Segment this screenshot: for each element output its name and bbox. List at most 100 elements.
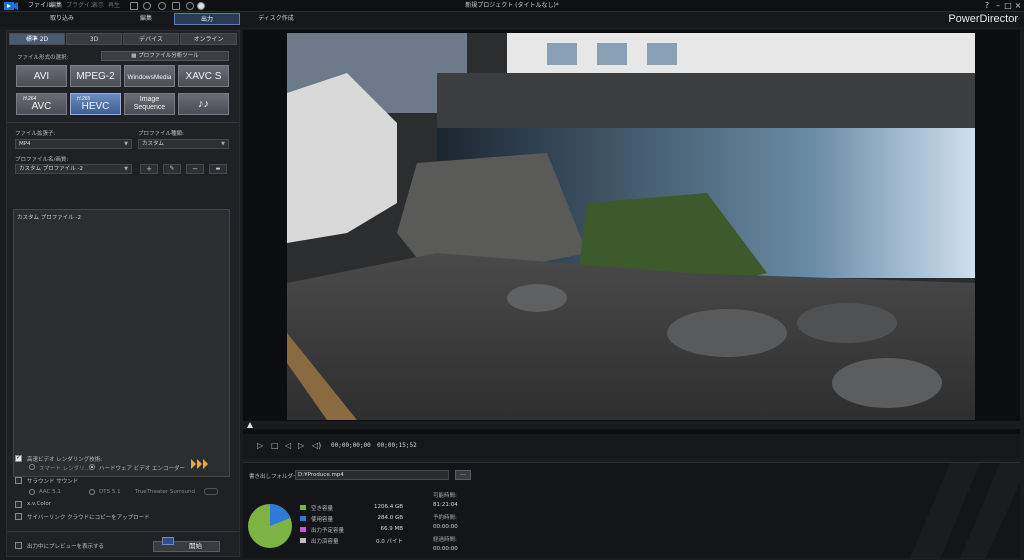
profile-description: カスタム プロファイル -2 [17,215,81,221]
add-profile-button[interactable]: + [140,164,158,174]
minimize-button[interactable]: – [993,0,1003,12]
profile-name-dropdown[interactable]: カスタム プロファイル -2 ▼ [15,164,132,174]
subtab-online[interactable]: オンライン [180,33,237,45]
save-icon[interactable] [130,2,138,10]
subtab-3d[interactable]: 3D [66,33,122,45]
format-avc-button[interactable]: H.264 AVC [16,93,67,115]
legend-label-estimated: 出力予定容量 [311,528,345,534]
format-avi-button[interactable]: AVI [16,65,67,87]
cloud-upload-checkbox[interactable] [15,513,22,520]
prev-frame-icon[interactable]: ◁ [285,441,291,450]
music-note-icon: ♪♪ [198,98,209,110]
legend-swatch-estimated [300,527,306,532]
folder-label: 書き出しフォルダー: [249,474,301,480]
tab-edit[interactable]: 編集 [118,13,174,25]
total-duration: 00;00;15;52 [377,442,417,449]
edit-profile-button[interactable]: ✎ [163,164,181,174]
format-image-sequence-button[interactable]: Image Sequence [124,93,175,115]
profile-description-box: カスタム プロファイル -2 [13,209,230,477]
subtab-device[interactable]: デバイス [123,33,179,45]
format-hevc-button[interactable]: H.265 HEVC [70,93,121,115]
hw-encoder-radio[interactable] [89,464,95,470]
ext-label: ファイル拡張子: [15,131,56,137]
redo-icon[interactable] [158,2,166,10]
dts-label: DTS 5.1 [99,489,121,495]
profile-analyzer-label: プロファイル分析ツール [138,53,199,59]
account-icon[interactable] [197,2,205,10]
start-icon [162,537,174,545]
browse-button[interactable]: ... [455,470,471,480]
stop-icon[interactable]: □ [271,441,279,450]
extension-value: MP4 [19,141,31,147]
undo-icon[interactable] [143,2,151,10]
volume-icon[interactable]: ◁) [312,441,321,450]
format-label: HEVC [81,101,110,112]
menu-edit[interactable]: 編集 [50,0,62,12]
fast-render-checkbox[interactable] [15,454,22,462]
chevron-down-icon: ▼ [124,166,128,172]
extension-dropdown[interactable]: MP4 ▼ [15,139,132,149]
menu-file[interactable]: ファイル [28,0,52,12]
xvcolor-checkbox[interactable] [15,501,22,508]
maximize-button[interactable]: □ [1003,0,1013,12]
format-mpeg2-button[interactable]: MPEG-2 [70,65,121,87]
format-label: AVI [33,71,50,82]
truetheater-label: TrueTheater Surround [135,489,195,495]
divider [7,122,239,123]
legend-value-produced: 0.0 バイト [376,539,403,545]
output-info-panel: 書き出しフォルダー: D:¥Produce.mp4 ... 空き容量 1206.… [243,462,1020,559]
mode-bar: 取り込み 編集 出力 ディスク作成 PowerDirector [0,12,1024,27]
hw-encoder-label: ハードウェア ビデオ エンコーダー [99,466,185,472]
import-icon[interactable] [172,2,180,10]
brand-logo: PowerDirector [948,13,1018,25]
profile-more-button[interactable]: ▬ [209,164,227,174]
tab-capture[interactable]: 取り込み [6,13,118,25]
remove-profile-button[interactable]: − [186,164,204,174]
time-label-reserved: 予約時間: [433,515,457,521]
playhead-icon[interactable] [247,422,253,428]
profile-type-dropdown[interactable]: カスタム ▼ [138,139,229,149]
format-label: MPEG-2 [76,71,115,82]
close-button[interactable]: × [1013,0,1023,12]
settings-gear-icon[interactable] [186,2,194,10]
video-preview [287,33,975,420]
help-button[interactable]: ? [982,0,992,12]
format-label: ファイル形式の選択: [17,55,69,61]
time-label-elapsed: 経過時間: [433,537,457,543]
divider [7,531,239,532]
output-folder-field[interactable]: D:¥Produce.mp4 [295,470,449,480]
legend-value-free: 1206.4 GB [373,504,403,510]
profile-name-value: カスタム プロファイル -2 [19,166,83,172]
preview-during-checkbox[interactable] [15,542,22,549]
start-button[interactable]: 開始 [153,537,220,552]
format-wmv-button[interactable]: WindowsMedia [124,65,175,87]
format-audio-button[interactable]: ♪♪ [178,93,229,115]
tab-produce[interactable]: 出力 [174,13,240,25]
subtab-standard-2d[interactable]: 標準 2D [9,33,65,45]
format-label: Image Sequence [133,96,166,111]
chevron-down-icon: ▼ [221,141,225,147]
profile-type-value: カスタム [142,141,165,147]
produce-settings-panel: 標準 2D 3D デバイス オンライン ファイル形式の選択: ▦ プロファイル分… [6,30,240,557]
surround-checkbox[interactable] [15,477,22,484]
legend-label-free: 空き容量 [311,506,334,512]
legend-label-produced: 出力済容量 [311,539,339,545]
aac-radio[interactable] [29,489,35,495]
menu-view[interactable]: 表示 [92,0,104,12]
tab-create-disc[interactable]: ディスク作成 [244,13,308,25]
preview-panel: ▷ □ ◁ ▷ ◁) 00;00;00;00 00;00;15;52 [243,30,1020,458]
start-label: 開始 [189,542,202,550]
timeline-scrubber[interactable] [243,421,1020,429]
truetheater-settings-icon[interactable] [204,488,218,495]
smart-render-label: スマート レンダリ... [39,466,90,472]
transport-controls: ▷ □ ◁ ▷ ◁) 00;00;00;00 00;00;15;52 [243,434,1020,458]
play-icon[interactable]: ▷ [257,441,263,450]
dts-radio[interactable] [89,489,95,495]
format-xavcs-button[interactable]: XAVC S [178,65,229,87]
profile-analyzer-button[interactable]: ▦ プロファイル分析ツール [101,51,229,61]
menu-play[interactable]: 再生 [108,0,120,12]
next-frame-icon[interactable]: ▷ [298,441,304,450]
smart-render-radio[interactable] [29,464,35,470]
nvidia-logo-icon [191,459,208,469]
title-bar: ファイル 編集 プラグイン 表示 再生 新規プロジェクト (タイトルなし)* ?… [0,0,1024,12]
